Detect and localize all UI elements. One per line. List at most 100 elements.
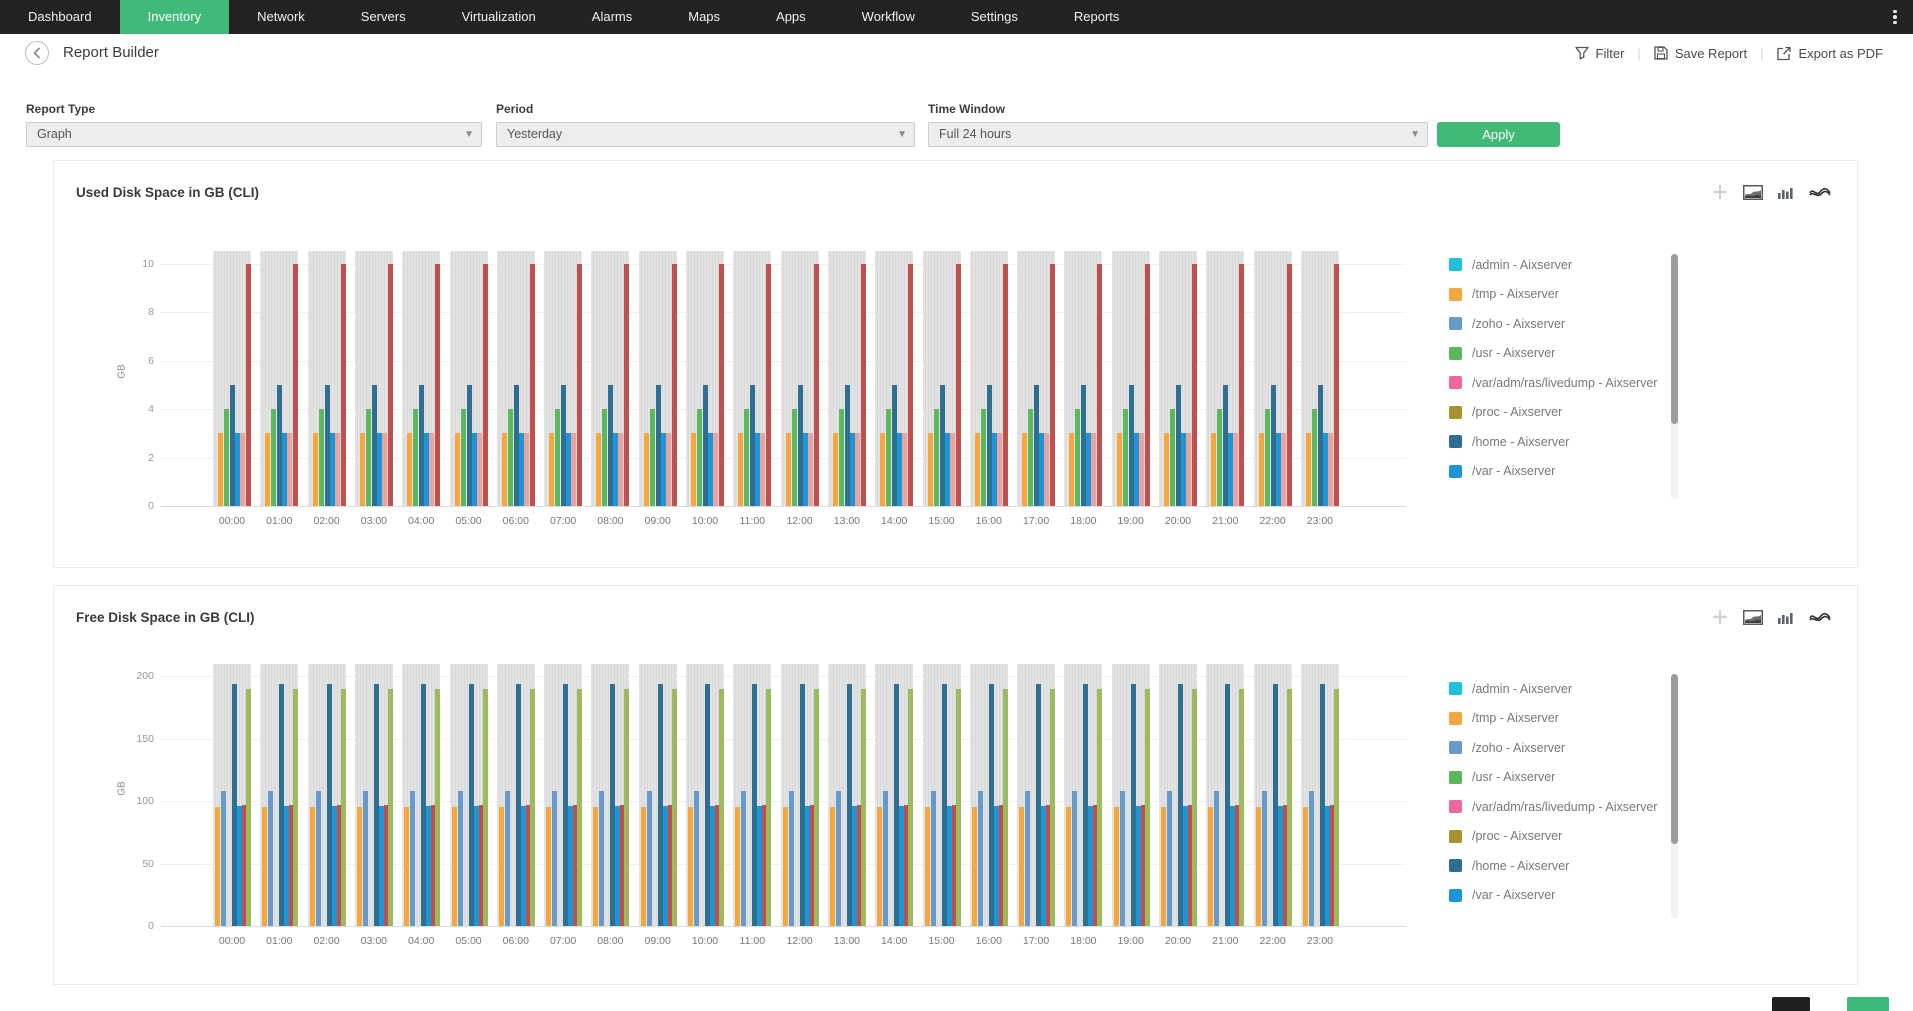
bar-unlabeled-red-series[interactable] [482, 264, 488, 506]
bar-usr---aixserver[interactable] [1170, 409, 1175, 506]
bar-unlabeled-olive-series[interactable] [246, 688, 251, 926]
bar-usr---aixserver[interactable] [365, 409, 371, 506]
add-icon[interactable] [1711, 608, 1729, 626]
bar-unlabeled-red-series[interactable] [293, 264, 299, 506]
bar-unlabeled-olive-series[interactable] [577, 688, 583, 926]
bar-unlabeled-olive-series[interactable] [340, 688, 346, 926]
bar-usr---aixserver[interactable] [271, 409, 277, 506]
bar-tmp---aixserver[interactable] [454, 433, 460, 506]
bar-tmp---aixserver[interactable] [877, 807, 883, 926]
bar-unlabeled-salmon-series[interactable] [1138, 433, 1144, 506]
bar-unlabeled-salmon-series[interactable] [618, 433, 624, 506]
bar-unlabeled-red-series[interactable] [624, 264, 630, 506]
stream-chart-icon[interactable] [1809, 185, 1831, 199]
bar-tmp---aixserver[interactable] [498, 807, 504, 926]
bar-tmp---aixserver[interactable] [880, 433, 886, 506]
bar-unlabeled-red-series[interactable] [387, 264, 393, 506]
bar-tmp---aixserver[interactable] [215, 807, 220, 926]
bar-unlabeled-salmon-series[interactable] [240, 433, 245, 506]
time-window-select[interactable]: Full 24 hours ▼ [928, 122, 1428, 147]
bar-usr---aixserver[interactable] [1311, 409, 1317, 506]
bar-unlabeled-olive-series[interactable] [1002, 688, 1008, 926]
bar-tmp---aixserver[interactable] [974, 433, 980, 506]
bar-unlabeled-olive-series[interactable] [1286, 688, 1292, 926]
bar-unlabeled-olive-series[interactable] [1097, 688, 1103, 926]
bar-unlabeled-salmon-series[interactable] [949, 433, 955, 506]
bar-unlabeled-red-series[interactable] [719, 264, 724, 506]
bar-unlabeled-olive-series[interactable] [1333, 688, 1339, 926]
bar-tmp---aixserver[interactable] [359, 433, 365, 506]
bar-zoho---aixserver[interactable] [1025, 791, 1031, 926]
bar-usr---aixserver[interactable] [791, 409, 797, 506]
bar-tmp---aixserver[interactable] [829, 807, 835, 926]
bar-tmp---aixserver[interactable] [782, 807, 788, 926]
bar-unlabeled-olive-series[interactable] [1050, 688, 1056, 926]
bar-tmp---aixserver[interactable] [1066, 807, 1072, 926]
bar-unlabeled-salmon-series[interactable] [1233, 433, 1239, 506]
bar-tmp---aixserver[interactable] [785, 433, 791, 506]
legend-item[interactable]: /proc - Aixserver [1449, 822, 1674, 852]
bar-unlabeled-salmon-series[interactable] [902, 433, 908, 506]
bar-zoho---aixserver[interactable] [410, 791, 416, 926]
bar-zoho---aixserver[interactable] [1119, 791, 1125, 926]
bar-zoho---aixserver[interactable] [694, 791, 699, 926]
nav-item-virtualization[interactable]: Virtualization [434, 0, 564, 34]
bar-zoho---aixserver[interactable] [457, 791, 463, 926]
bar-unlabeled-olive-series[interactable] [1144, 688, 1150, 926]
bar-unlabeled-red-series[interactable] [529, 264, 535, 506]
export-pdf-button[interactable]: Export as PDF [1776, 46, 1883, 61]
floating-widget-dark[interactable] [1772, 997, 1810, 1011]
legend-item[interactable]: /usr - Aixserver [1449, 339, 1674, 369]
bar-zoho---aixserver[interactable] [268, 791, 274, 926]
bar-tmp---aixserver[interactable] [688, 807, 693, 926]
stream-chart-icon[interactable] [1809, 610, 1831, 624]
legend-item[interactable]: /var - Aixserver [1449, 457, 1674, 487]
bar-unlabeled-olive-series[interactable] [293, 688, 299, 926]
bar-unlabeled-olive-series[interactable] [860, 688, 866, 926]
bar-usr---aixserver[interactable] [1217, 409, 1223, 506]
bar-unlabeled-salmon-series[interactable] [523, 433, 529, 506]
bar-zoho---aixserver[interactable] [1214, 791, 1220, 926]
bar-tmp---aixserver[interactable] [735, 807, 741, 926]
bar-unlabeled-olive-series[interactable] [813, 688, 819, 926]
bar-zoho---aixserver[interactable] [221, 791, 226, 926]
bar-tmp---aixserver[interactable] [549, 433, 555, 506]
bar-tmp---aixserver[interactable] [1208, 807, 1214, 926]
bar-unlabeled-salmon-series[interactable] [334, 433, 340, 506]
bar-usr---aixserver[interactable] [1075, 409, 1081, 506]
nav-item-maps[interactable]: Maps [660, 0, 748, 34]
legend-scrollbar-thumb[interactable] [1671, 254, 1678, 424]
bar-usr---aixserver[interactable] [886, 409, 892, 506]
bar-zoho---aixserver[interactable] [883, 791, 889, 926]
nav-item-settings[interactable]: Settings [943, 0, 1046, 34]
legend-item[interactable]: /proc - Aixserver [1449, 398, 1674, 428]
bar-tmp---aixserver[interactable] [1255, 807, 1261, 926]
bar-tmp---aixserver[interactable] [356, 807, 362, 926]
bar-tmp---aixserver[interactable] [1113, 807, 1119, 926]
bar-unlabeled-red-series[interactable] [1286, 264, 1292, 506]
bar-tmp---aixserver[interactable] [451, 807, 457, 926]
bar-unlabeled-olive-series[interactable] [1239, 688, 1245, 926]
bar-unlabeled-olive-series[interactable] [529, 688, 535, 926]
bar-unlabeled-red-series[interactable] [246, 264, 251, 506]
report-type-select[interactable]: Graph ▼ [26, 122, 482, 147]
bar-unlabeled-salmon-series[interactable] [713, 433, 718, 506]
save-report-button[interactable]: Save Report [1654, 46, 1747, 61]
bar-usr---aixserver[interactable] [507, 409, 513, 506]
bar-chart-icon[interactable] [1777, 185, 1795, 199]
nav-item-alarms[interactable]: Alarms [564, 0, 660, 34]
filter-button[interactable]: Filter [1574, 46, 1624, 61]
bar-unlabeled-salmon-series[interactable] [429, 433, 435, 506]
bar-zoho---aixserver[interactable] [362, 791, 368, 926]
bar-tmp---aixserver[interactable] [924, 807, 930, 926]
nav-item-apps[interactable]: Apps [748, 0, 834, 34]
bar-tmp---aixserver[interactable] [691, 433, 696, 506]
bar-usr---aixserver[interactable] [460, 409, 466, 506]
bar-tmp---aixserver[interactable] [312, 433, 318, 506]
bar-tmp---aixserver[interactable] [593, 807, 599, 926]
bar-usr---aixserver[interactable] [413, 409, 419, 506]
bar-zoho---aixserver[interactable] [1167, 791, 1172, 926]
bar-tmp---aixserver[interactable] [404, 807, 410, 926]
bar-zoho---aixserver[interactable] [930, 791, 936, 926]
bar-unlabeled-red-series[interactable] [340, 264, 346, 506]
